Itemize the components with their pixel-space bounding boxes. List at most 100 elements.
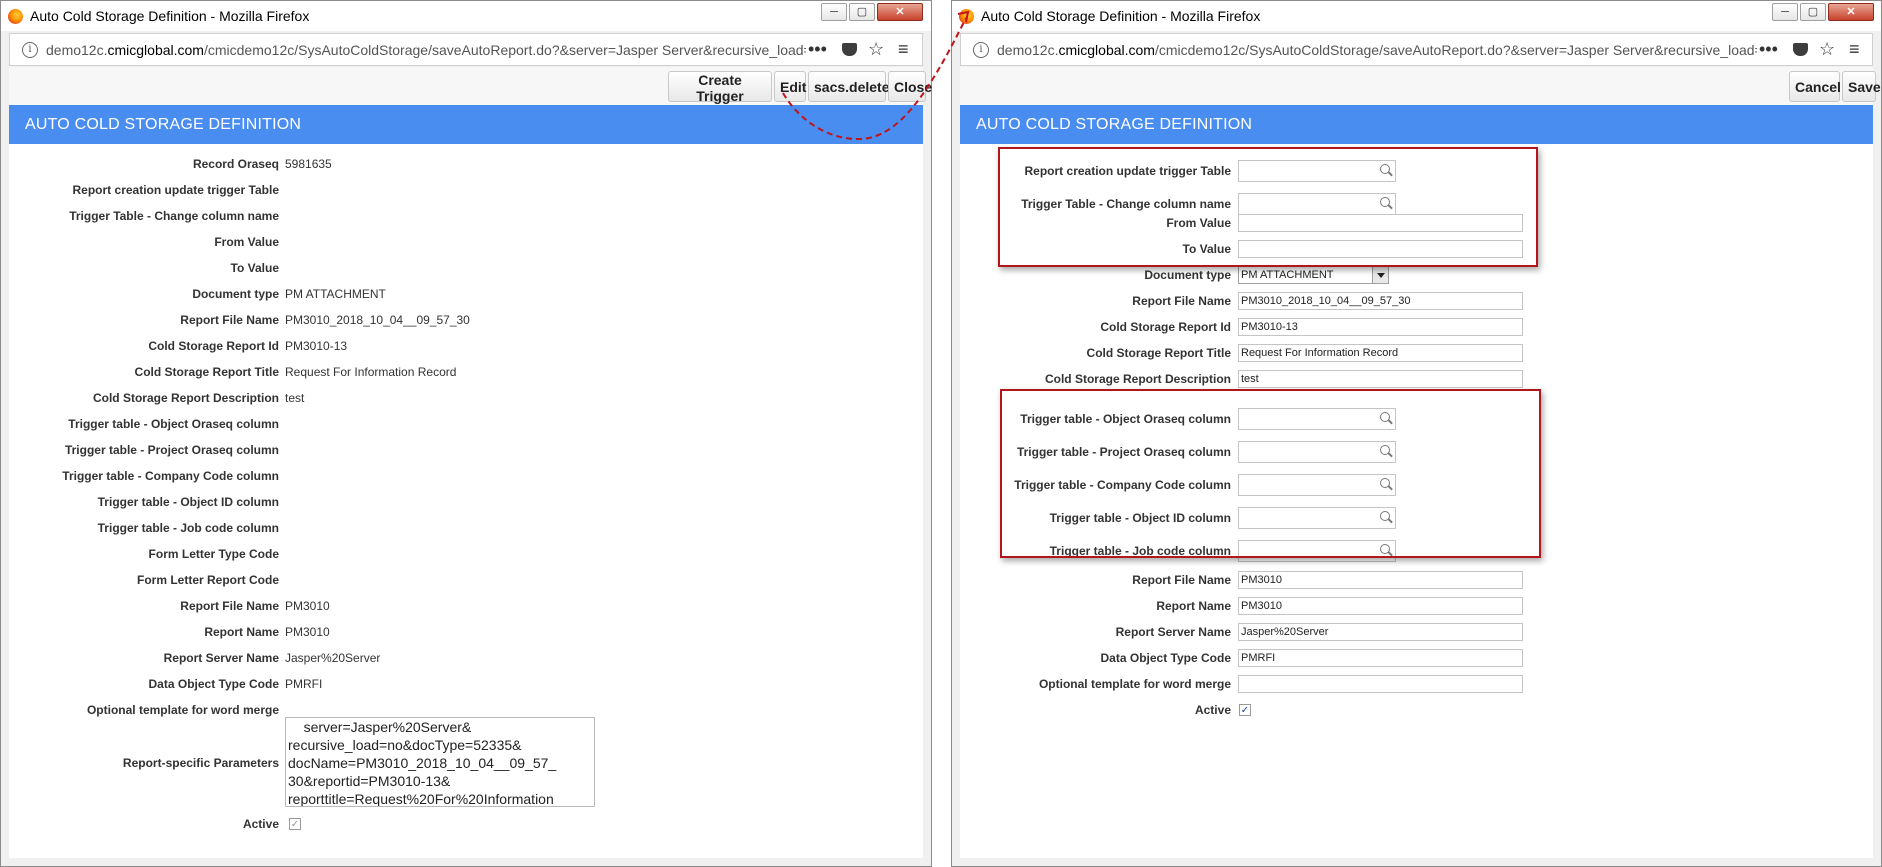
field-label: Trigger Table - Change column name — [69, 209, 279, 223]
field-value: PM3010-13 — [285, 339, 348, 353]
text-input[interactable]: PM3010 — [1238, 571, 1523, 589]
pocket-icon[interactable] — [1793, 43, 1808, 56]
save-button[interactable]: Save — [1842, 71, 1881, 102]
field-row: To Value — [9, 258, 929, 278]
bookmark-star-icon[interactable]: ☆ — [1819, 38, 1835, 60]
right-browser-window: Auto Cold Storage Definition - Mozilla F… — [951, 0, 1882, 867]
field-row: Report creation update trigger Table — [9, 180, 929, 200]
document-type-select[interactable]: PM ATTACHMENT — [1238, 266, 1389, 284]
text-input[interactable]: test — [1238, 370, 1523, 388]
url-text[interactable]: demo12c.cmicglobal.com/cmicdemo12c/SysAu… — [46, 42, 806, 58]
field-label: Data Object Type Code — [1100, 651, 1231, 665]
info-icon[interactable]: i — [973, 42, 989, 58]
field-row: Form Letter Type Code — [9, 544, 929, 564]
text-input[interactable]: PM3010-13 — [1238, 318, 1523, 336]
text-input[interactable]: PM3010_2018_10_04__09_57_30 — [1238, 292, 1523, 310]
menu-icon[interactable]: ≡ — [898, 38, 909, 60]
field-label: Report File Name — [180, 313, 279, 327]
field-row: Cold Storage Report Title Request For Inf… — [9, 362, 929, 382]
more-icon[interactable]: ••• — [808, 38, 827, 60]
maximize-icon[interactable]: ▢ — [1800, 3, 1826, 21]
report-params-textarea[interactable]: server=Jasper%20Server& recursive_load=n… — [285, 717, 595, 807]
form-row: Report File Name PM3010 — [960, 570, 1875, 590]
field-row: Data Object Type Code PMRFI — [9, 674, 929, 694]
field-row: Document type PM ATTACHMENT — [9, 284, 929, 304]
window-title: Auto Cold Storage Definition - Mozilla F… — [981, 8, 1261, 24]
field-label: Record Oraseq — [192, 157, 279, 171]
delete-button[interactable]: sacs.delete — [808, 71, 890, 102]
address-bar[interactable]: i demo12c.cmicglobal.com/cmicdemo12c/Sys… — [9, 33, 923, 66]
field-row: Form Letter Report Code — [9, 570, 929, 590]
field-row: Cold Storage Report Description test — [9, 388, 929, 408]
field-label: Report Server Name — [1115, 625, 1231, 639]
minimize-icon[interactable]: ─ — [821, 3, 847, 21]
close-icon[interactable]: ✕ — [1828, 3, 1874, 21]
edit-button[interactable]: Edit — [774, 71, 806, 102]
field-row: Cold Storage Report Id PM3010-13 — [9, 336, 929, 356]
field-row: Report File Name PM3010 — [9, 596, 929, 616]
field-value: Jasper%20Server — [285, 651, 381, 665]
cancel-button[interactable]: Cancel — [1789, 71, 1841, 102]
field-row: Trigger Table - Change column name — [9, 206, 929, 226]
field-label: Optional template for word merge — [86, 703, 279, 717]
field-value: PM ATTACHMENT — [285, 287, 386, 301]
chevron-down-icon[interactable] — [1372, 267, 1388, 283]
field-label: Document type — [1144, 268, 1231, 282]
field-label: From Value — [214, 235, 279, 249]
close-icon[interactable]: ✕ — [877, 3, 923, 21]
create-trigger-button[interactable]: Create Trigger — [668, 71, 772, 104]
field-label: Trigger table - Object ID column — [97, 495, 279, 509]
field-value: PMRFI — [285, 677, 323, 691]
bookmark-star-icon[interactable]: ☆ — [868, 38, 884, 60]
form-row: Report Name PM3010 — [960, 596, 1875, 616]
field-row: Trigger table - Object Oraseq column — [9, 414, 929, 434]
more-icon[interactable]: ••• — [1759, 38, 1778, 60]
info-icon[interactable]: i — [22, 42, 38, 58]
close-button[interactable]: Close — [888, 71, 932, 102]
text-input[interactable]: PMRFI — [1238, 649, 1523, 667]
form-row: Report File Name PM3010_2018_10_04__09_57… — [960, 291, 1875, 311]
field-label: Cold Storage Report Id — [1100, 320, 1231, 334]
field-value: 5981635 — [285, 157, 332, 171]
field-label: Trigger table - Company Code column — [62, 469, 279, 483]
field-row: Trigger table - Job code column — [9, 518, 929, 538]
active-checkbox[interactable]: ✓ — [289, 818, 301, 830]
form-row: Cold Storage Report Description test — [960, 369, 1875, 389]
field-label: To Value — [230, 261, 279, 275]
menu-icon[interactable]: ≡ — [1849, 38, 1860, 60]
field-label: Active — [1194, 703, 1231, 717]
field-value: PM3010_2018_10_04__09_57_30 — [285, 313, 470, 327]
form-row: Document type PM ATTACHMENT — [960, 265, 1875, 285]
address-bar[interactable]: i demo12c.cmicglobal.com/cmicdemo12c/Sys… — [960, 33, 1873, 66]
page-header: AUTO COLD STORAGE DEFINITION — [960, 105, 1873, 144]
text-input[interactable]: Request For Information Record — [1238, 344, 1523, 362]
form-row: Report Server Name Jasper%20Server — [960, 622, 1875, 642]
form-row: Active ✓ — [960, 700, 1875, 720]
active-row: Active ✓ — [9, 814, 929, 834]
firefox-logo-icon — [959, 9, 974, 24]
field-value: PM3010 — [285, 625, 330, 639]
field-row: Report File Name PM3010_2018_10_04__09_57… — [9, 310, 929, 330]
field-label: Cold Storage Report Id — [148, 339, 279, 353]
text-input[interactable]: Jasper%20Server — [1238, 623, 1523, 641]
highlight-box-trigger-columns — [1000, 389, 1541, 558]
field-label: Report creation update trigger Table — [72, 183, 279, 197]
form-row: Optional template for word merge — [960, 674, 1875, 694]
field-label: Cold Storage Report Description — [92, 391, 279, 405]
form-row: Cold Storage Report Title Request For Inf… — [960, 343, 1875, 363]
text-input[interactable]: PM3010 — [1238, 597, 1523, 615]
field-label: Report Server Name — [163, 651, 279, 665]
firefox-logo-icon — [8, 9, 23, 24]
page-content: Create Trigger Edit sacs.delete Close AU… — [9, 67, 932, 858]
active-checkbox[interactable]: ✓ — [1239, 704, 1251, 716]
field-label: Trigger table - Object Oraseq column — [68, 417, 279, 431]
text-input[interactable] — [1238, 675, 1523, 693]
field-row: Record Oraseq 5981635 — [9, 154, 929, 174]
title-bar: Auto Cold Storage Definition - Mozilla F… — [1, 1, 931, 31]
maximize-icon[interactable]: ▢ — [849, 3, 875, 21]
field-label: Cold Storage Report Title — [134, 365, 279, 379]
field-row: Report Server Name Jasper%20Server — [9, 648, 929, 668]
minimize-icon[interactable]: ─ — [1772, 3, 1798, 21]
pocket-icon[interactable] — [842, 43, 857, 56]
url-text[interactable]: demo12c.cmicglobal.com/cmicdemo12c/SysAu… — [997, 42, 1757, 58]
